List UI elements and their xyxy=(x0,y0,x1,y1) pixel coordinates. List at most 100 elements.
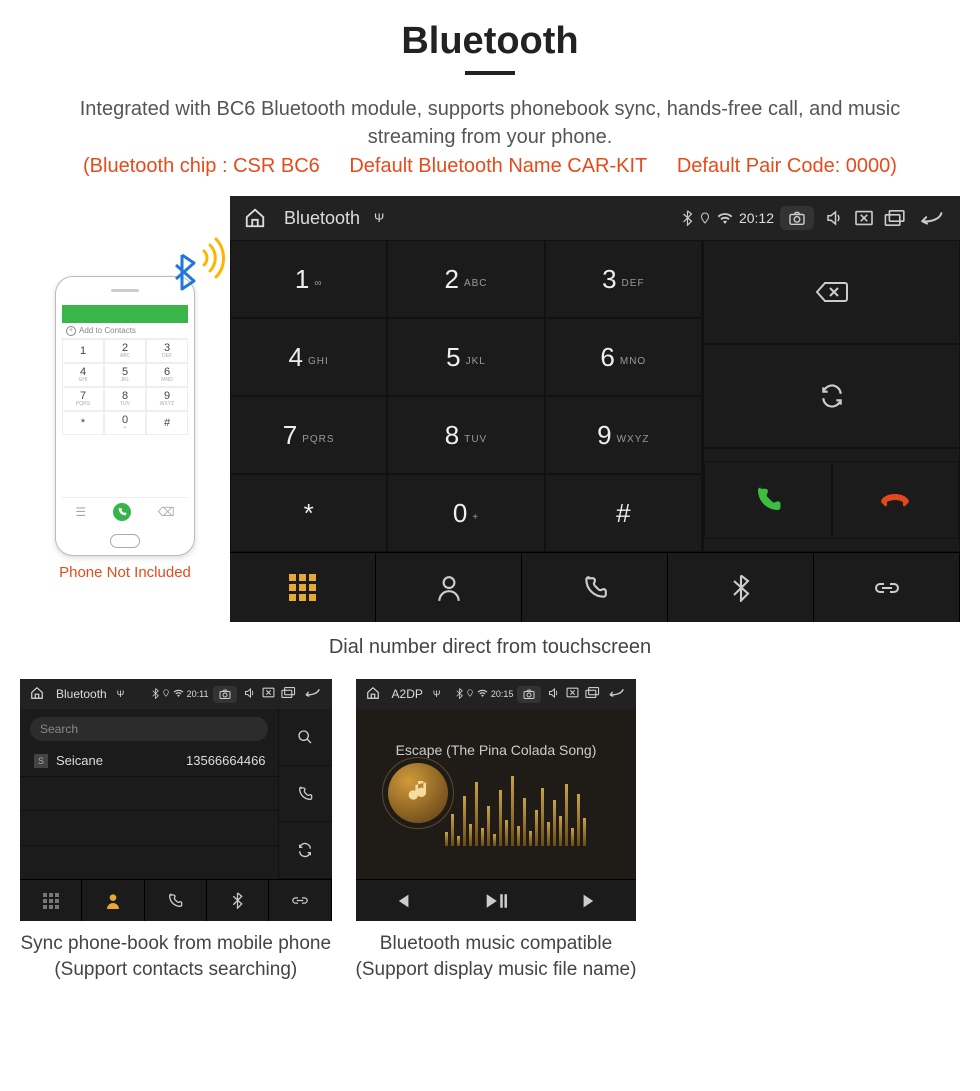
contacts-search-input[interactable]: Search xyxy=(30,717,268,741)
key-5[interactable]: 5JKL xyxy=(387,318,544,396)
key-1[interactable]: 1∞ xyxy=(230,240,387,318)
voicemail-icon: ☰ xyxy=(75,505,86,519)
tab-contacts[interactable] xyxy=(82,880,144,921)
sync-button[interactable] xyxy=(703,344,960,448)
description: Integrated with BC6 Bluetooth module, su… xyxy=(0,95,980,155)
home-icon[interactable] xyxy=(244,207,266,229)
bottom-tabs xyxy=(230,552,960,622)
volume-button[interactable] xyxy=(243,687,256,702)
contacts-screenshot: Bluetooth Ψ 20:11 xyxy=(20,679,332,921)
dialer-screenshot: Bluetooth Ψ 20:12 1∞2ABC3DEF 4GHI5JKL6MNO… xyxy=(230,196,960,622)
close-app-button[interactable] xyxy=(566,687,579,701)
dialer-keypad: 1∞2ABC3DEF 4GHI5JKL6MNO 7PQRS8TUV9WXYZ *0+# xyxy=(230,240,702,552)
volume-button[interactable] xyxy=(547,687,560,702)
close-app-button[interactable] xyxy=(854,210,874,226)
bottom-tabs xyxy=(20,879,332,921)
wifi-icon xyxy=(173,689,184,699)
key-3[interactable]: 3DEF xyxy=(545,240,702,318)
bluetooth-signal-icon xyxy=(166,233,226,298)
tab-pair[interactable] xyxy=(269,880,331,921)
home-icon[interactable] xyxy=(366,686,380,703)
music-controls xyxy=(356,879,637,921)
next-track-button[interactable] xyxy=(543,880,637,921)
status-bar-music: A2DP Ψ 20:15 xyxy=(356,679,637,709)
audio-visualizer xyxy=(445,776,586,846)
add-icon: + xyxy=(66,326,76,336)
side-call-button[interactable] xyxy=(279,766,332,823)
album-art xyxy=(382,757,454,829)
play-pause-button[interactable] xyxy=(449,880,543,921)
hangup-button[interactable] xyxy=(832,461,960,539)
phone-keypad: 12ABC3DEF4GHI5JKL6MNO7PQRS8TUV9WXYZ*0+# xyxy=(62,339,188,435)
key-7[interactable]: 7PQRS xyxy=(230,396,387,474)
contact-name: Seicane xyxy=(56,753,186,768)
status-bar: Bluetooth Ψ 20:12 xyxy=(230,196,960,240)
bluetooth-specs: (Bluetooth chip : CSR BC6 Default Blueto… xyxy=(0,155,980,196)
bluetooth-status-icon xyxy=(152,688,159,701)
tab-contacts[interactable] xyxy=(376,553,522,622)
back-button[interactable] xyxy=(302,687,322,701)
location-icon xyxy=(162,688,170,700)
spec-code: Default Pair Code: 0000) xyxy=(677,155,897,177)
tab-call-log[interactable] xyxy=(145,880,207,921)
spec-name: Default Bluetooth Name CAR-KIT xyxy=(349,155,647,177)
side-sync-button[interactable] xyxy=(279,822,332,879)
key-0[interactable]: 0+ xyxy=(387,474,544,552)
backspace-button[interactable] xyxy=(703,240,960,344)
tab-call-log[interactable] xyxy=(522,553,668,622)
tab-keypad[interactable] xyxy=(230,553,376,622)
music-screenshot: A2DP Ψ 20:15 xyxy=(356,679,637,921)
key-9[interactable]: 9WXYZ xyxy=(545,396,702,474)
status-time: 20:12 xyxy=(739,210,774,226)
volume-button[interactable] xyxy=(824,209,844,227)
contacts-caption-l2: (Support contacts searching) xyxy=(20,957,332,983)
screenshot-button[interactable] xyxy=(213,686,237,703)
recent-apps-button[interactable] xyxy=(281,687,296,701)
add-to-contacts-label: Add to Contacts xyxy=(79,326,136,335)
recent-apps-button[interactable] xyxy=(884,210,906,226)
tab-bluetooth[interactable] xyxy=(668,553,814,622)
tab-keypad[interactable] xyxy=(20,880,82,921)
home-icon[interactable] xyxy=(30,686,44,703)
smartphone-mockup: +Add to Contacts 12ABC3DEF4GHI5JKL6MNO7P… xyxy=(55,276,195,556)
key-2[interactable]: 2ABC xyxy=(387,240,544,318)
contacts-caption-l1: Sync phone-book from mobile phone xyxy=(20,931,332,957)
back-button[interactable] xyxy=(606,687,626,701)
close-app-button[interactable] xyxy=(262,687,275,701)
usb-icon: Ψ xyxy=(374,211,384,225)
status-bar-contacts: Bluetooth Ψ 20:11 xyxy=(20,679,332,709)
status-time: 20:15 xyxy=(491,689,514,699)
backspace-icon: ⌫ xyxy=(158,505,175,519)
key-#[interactable]: # xyxy=(545,474,702,552)
prev-track-button[interactable] xyxy=(356,880,450,921)
recent-apps-button[interactable] xyxy=(585,687,600,701)
wifi-icon xyxy=(477,689,488,699)
screenshot-button[interactable] xyxy=(517,686,541,703)
call-button[interactable] xyxy=(704,461,832,539)
status-app-name: Bluetooth xyxy=(284,208,360,229)
bluetooth-status-icon xyxy=(456,688,463,701)
key-4[interactable]: 4GHI xyxy=(230,318,387,396)
key-6[interactable]: 6MNO xyxy=(545,318,702,396)
phone-disclaimer: Phone Not Included xyxy=(20,564,230,581)
music-caption-l1: Bluetooth music compatible xyxy=(356,931,637,957)
title-underline xyxy=(465,71,515,75)
screenshot-button[interactable] xyxy=(780,206,814,230)
key-8[interactable]: 8TUV xyxy=(387,396,544,474)
key-*[interactable]: * xyxy=(230,474,387,552)
bluetooth-status-icon xyxy=(682,210,693,226)
tab-pair[interactable] xyxy=(814,553,960,622)
contact-row[interactable]: S Seicane 13566664466 xyxy=(20,745,278,777)
back-button[interactable] xyxy=(916,210,946,226)
status-app-name: A2DP xyxy=(392,687,423,701)
status-time: 20:11 xyxy=(187,689,209,699)
track-title: Escape (The Pina Colada Song) xyxy=(396,742,597,758)
usb-icon: Ψ xyxy=(433,689,441,699)
spec-chip: (Bluetooth chip : CSR BC6 xyxy=(83,155,320,177)
location-icon xyxy=(699,211,711,225)
phone-call-button xyxy=(113,503,131,521)
side-search-button[interactable] xyxy=(279,709,332,766)
music-caption-l2: (Support display music file name) xyxy=(356,957,637,983)
tab-bluetooth[interactable] xyxy=(207,880,269,921)
wifi-icon xyxy=(717,212,733,224)
